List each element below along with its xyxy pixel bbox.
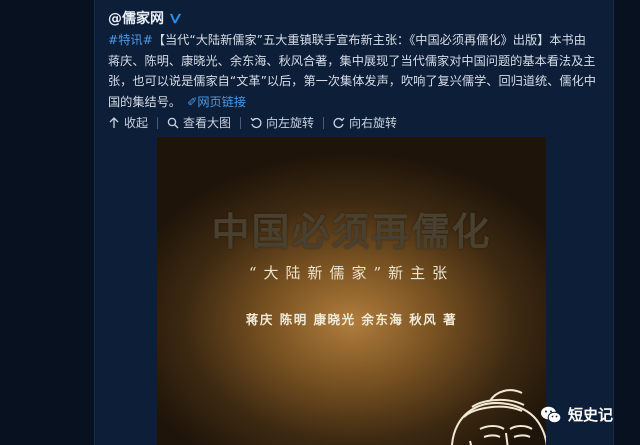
web-link[interactable]: ✐网页链接: [187, 95, 246, 109]
wechat-watermark: 短史记: [540, 404, 613, 425]
web-link-label[interactable]: 网页链接: [197, 95, 246, 109]
view-large-button[interactable]: 查看大图: [167, 114, 231, 131]
toolbar-divider: [323, 116, 325, 129]
link-icon: ✐: [187, 94, 198, 109]
rotate-right-icon: [333, 117, 345, 128]
arrow-up-icon: [109, 116, 119, 128]
cover-subtitle: “大陆新儒家”新主张: [248, 264, 455, 282]
collapse-label: 收起: [124, 116, 149, 130]
post-body-text: 【当代“大陆新儒家”五大重镇联手宣布新主张：《中国必须再儒化》出版】本书由蒋庆、…: [108, 33, 596, 109]
post-author[interactable]: @儒家网: [108, 8, 183, 28]
rotate-right-button[interactable]: 向右旋转: [333, 114, 397, 131]
image-toolbar: 收起 查看大图 向左旋转 向右旋转: [108, 114, 397, 131]
cover-title: 中国必须再儒化: [211, 209, 492, 254]
verified-v-icon: [169, 13, 182, 23]
post-body: #特讯#【当代“大陆新儒家”五大重镇联手宣布新主张：《中国必须再儒化》出版】本书…: [108, 30, 598, 112]
confucius-portrait-illustration: [451, 389, 546, 445]
collapse-button[interactable]: 收起: [108, 114, 148, 131]
book-cover-image[interactable]: 中国必须再儒化 “大陆新儒家”新主张 蒋庆 陈明 康晓光 余东海 秋风 著: [157, 137, 546, 445]
view-large-label: 查看大图: [183, 116, 232, 130]
toolbar-divider: [240, 116, 242, 129]
toolbar-divider: [157, 116, 159, 129]
hashtag-link[interactable]: #特讯#: [108, 33, 153, 47]
rotate-left-button[interactable]: 向左旋转: [250, 114, 314, 131]
cover-authors: 蒋庆 陈明 康晓光 余东海 秋风 著: [245, 312, 458, 327]
magnifier-icon: [167, 117, 179, 128]
wechat-icon: [541, 406, 562, 423]
rotate-left-label: 向左旋转: [266, 116, 315, 130]
watermark-label: 短史记: [568, 406, 614, 424]
author-name[interactable]: @儒家网: [108, 8, 164, 28]
rotate-left-icon: [250, 117, 262, 128]
rotate-right-label: 向右旋转: [349, 116, 398, 130]
